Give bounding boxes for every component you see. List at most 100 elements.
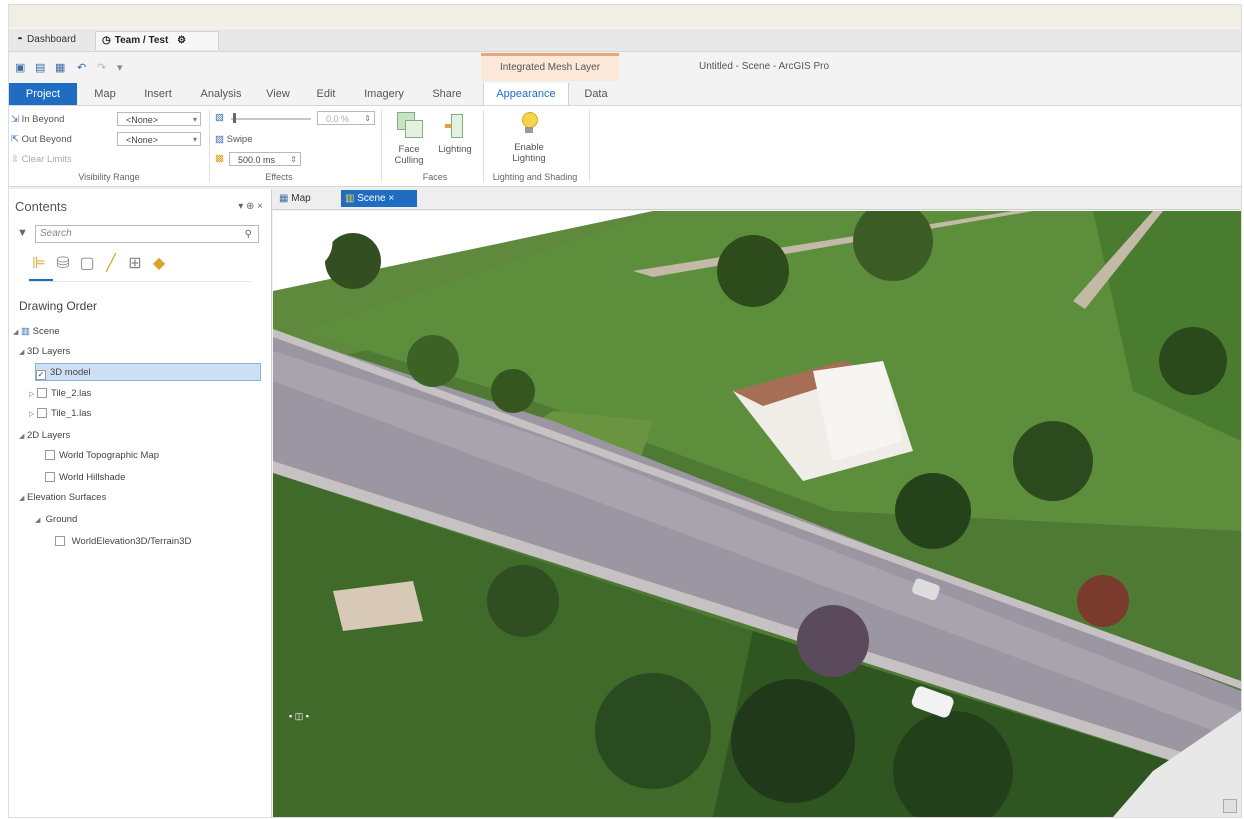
tab-scene-view[interactable]: ▥ Scene × (341, 190, 417, 207)
clear-limits-button[interactable]: ⇳ Clear Limits (11, 154, 72, 165)
transparency-slider[interactable] (231, 118, 311, 120)
tree-item-world-elevation[interactable]: WorldElevation3D/Terrain3D (55, 533, 191, 551)
scene-icon: ▥ (345, 193, 355, 204)
tab-view[interactable]: View (261, 83, 295, 105)
pane-controls[interactable]: ▾ ⊕ × (238, 201, 263, 212)
labeling-icon[interactable]: ◆ (149, 253, 169, 275)
browser-tab-dashboard[interactable]: ◓ Dashboard (11, 31, 95, 49)
browser-tab-team-test[interactable]: ◷ Team / Test ⚙ (95, 31, 219, 50)
expand-icon[interactable]: ◢ (35, 512, 43, 530)
transparency-icon: ▧ (215, 112, 224, 123)
expand-icon[interactable]: ▷ (29, 386, 37, 404)
data-source-icon[interactable]: ⛁ (53, 253, 73, 275)
settings-icon[interactable]: ⚙ (177, 35, 186, 46)
tab-map-view[interactable]: ▦ Map (275, 190, 335, 207)
tab-analysis[interactable]: Analysis (195, 83, 247, 105)
navigator-mini-controls[interactable]: ▪ ◫ ▪ (289, 711, 309, 722)
out-beyond-select[interactable]: <None> ▾ (117, 132, 201, 146)
expand-icon[interactable]: ◢ (13, 324, 21, 342)
open-project-icon[interactable]: ▤ (35, 61, 47, 74)
lighting-shading-group-label: Lighting and Shading (492, 172, 578, 182)
light-bulb-icon[interactable] (521, 112, 538, 136)
face-culling-icon[interactable] (397, 112, 423, 138)
search-input[interactable]: Search ⚲ (35, 225, 259, 243)
map-icon: ▦ (279, 193, 289, 204)
transparency-input[interactable]: 0.0 % ⇕ (317, 111, 375, 125)
layer-checkbox[interactable] (55, 536, 65, 546)
effects-group-label: Effects (265, 172, 293, 182)
drawing-order-icon[interactable]: ⊫ (29, 253, 49, 275)
tree-item-elevation-surfaces[interactable]: ◢ Elevation Surfaces (19, 489, 106, 507)
ribbon-separator (381, 110, 382, 182)
expand-icon[interactable]: ◢ (19, 490, 27, 508)
layer-checkbox[interactable] (45, 450, 55, 460)
tree-item-tile-1[interactable]: ▷ Tile_1.las (29, 405, 91, 423)
customize-qat-icon[interactable]: ▾ (117, 61, 129, 74)
scene-icon: ▥ (21, 326, 30, 337)
tree-item-world-hillshade[interactable]: World Hillshade (45, 469, 125, 487)
navigator-widget[interactable] (273, 211, 335, 273)
tree-item-world-topographic-map[interactable]: World Topographic Map (45, 447, 159, 465)
scene-view[interactable]: ▪ ◫ ▪ (273, 211, 1241, 817)
layer-checkbox[interactable] (45, 472, 55, 482)
new-project-icon[interactable]: ▣ (15, 61, 27, 74)
enable-lighting-button[interactable]: Enable Lighting (503, 142, 555, 164)
expand-icon[interactable]: ▷ (29, 406, 37, 424)
search-icon[interactable]: ⚲ (245, 227, 252, 243)
visibility-range-group-label: Visibility Range (78, 172, 140, 182)
tree-item-3d-model[interactable]: ✓ 3D model (35, 363, 261, 381)
tree-item-tile-2[interactable]: ▷ Tile_2.las (29, 385, 91, 403)
out-beyond-label[interactable]: ⇱ Out Beyond (11, 134, 72, 145)
faces-group-label: Faces (422, 172, 448, 182)
tab-imagery[interactable]: Imagery (359, 83, 409, 105)
expand-icon[interactable]: ◢ (19, 344, 27, 362)
snapping-icon[interactable]: ⊞ (125, 253, 145, 275)
redo-icon[interactable]: ↷ (97, 61, 109, 74)
close-icon[interactable]: × (388, 193, 394, 204)
tab-share[interactable]: Share (427, 83, 467, 105)
dashboard-icon: ◓ (17, 34, 24, 45)
spinner-icon: ⇕ (290, 155, 297, 164)
tab-edit[interactable]: Edit (311, 83, 341, 105)
layer-checkbox[interactable] (37, 408, 47, 418)
layer-checkbox[interactable]: ✓ (36, 370, 46, 380)
out-beyond-icon: ⇱ (11, 134, 19, 145)
tab-data[interactable]: Data (579, 83, 613, 105)
in-beyond-select[interactable]: <None> ▾ (117, 112, 201, 126)
tree-item-ground[interactable]: ◢ Ground (35, 511, 77, 529)
tab-map[interactable]: Map (87, 83, 123, 105)
in-beyond-label[interactable]: ⇲ In Beyond (11, 114, 64, 125)
browser-tab-label: Dashboard (27, 34, 76, 45)
in-beyond-icon: ⇲ (11, 114, 19, 125)
swipe-button[interactable]: ▨ Swipe (215, 134, 253, 145)
lighting-icon[interactable] (445, 112, 463, 138)
divider (29, 281, 251, 282)
ribbon: ⇲ In Beyond <None> ▾ ⇱ Out Beyond <None> ▾… (9, 105, 1241, 187)
tab-label: Map (291, 193, 311, 204)
layer-checkbox[interactable] (37, 388, 47, 398)
undo-icon[interactable]: ↶ (77, 61, 89, 74)
tab-project[interactable]: Project (9, 83, 77, 105)
ribbon-separator (589, 110, 590, 182)
chevron-down-icon: ▾ (192, 135, 197, 144)
panel-toggle-icon[interactable] (1223, 799, 1237, 813)
save-project-icon[interactable]: ▦ (55, 61, 67, 74)
lighting-button[interactable]: Lighting (433, 144, 477, 155)
expand-icon[interactable]: ◢ (19, 428, 27, 446)
tab-appearance[interactable]: Appearance (483, 83, 569, 105)
selection-icon[interactable]: ▢ (77, 253, 97, 275)
contents-pane: Contents ▾ ⊕ × ▼ Search ⚲ ⊫ ⛁ ▢ ╱ ⊞ ◆ Dra… (9, 189, 272, 817)
contents-title: Contents (15, 199, 68, 214)
filter-icon[interactable]: ▼ (17, 227, 28, 239)
flicker-input[interactable]: 500.0 ms ⇕ (229, 152, 301, 166)
tree-item-2d-layers[interactable]: ◢ 2D Layers (19, 427, 70, 445)
editing-icon[interactable]: ╱ (101, 253, 121, 275)
tab-insert[interactable]: Insert (137, 83, 179, 105)
tab-label: Scene (357, 193, 386, 204)
tree-item-3d-layers[interactable]: ◢ 3D Layers (19, 343, 70, 361)
clear-limits-icon: ⇳ (11, 154, 19, 165)
transparency-slider-thumb[interactable] (233, 113, 236, 123)
face-culling-button[interactable]: Face Culling (387, 144, 431, 166)
clock-icon: ◷ (102, 35, 111, 46)
tree-item-scene[interactable]: ◢ ▥ Scene (13, 323, 60, 341)
